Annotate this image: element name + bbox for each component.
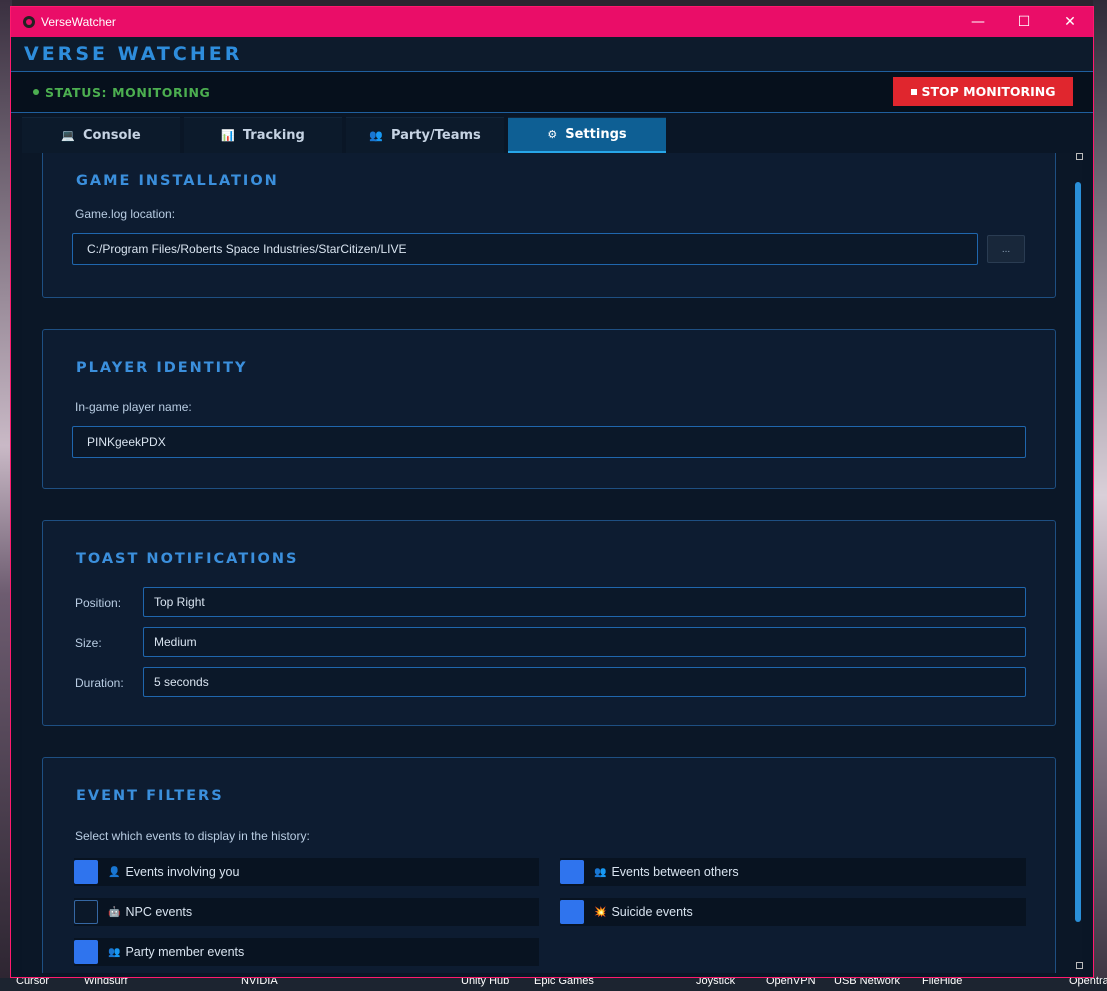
player-name-input[interactable]: PINKgeekPDX xyxy=(72,426,1026,458)
laptop-icon: 💻 xyxy=(61,129,76,142)
app-title: VERSE WATCHER xyxy=(24,43,243,65)
minimize-button[interactable]: — xyxy=(955,7,1001,37)
browse-button[interactable]: ... xyxy=(987,235,1025,263)
people-icon: 👥 xyxy=(594,866,607,878)
filter-label: NPC events xyxy=(125,905,193,919)
maximize-button[interactable]: ☐ xyxy=(1001,7,1047,37)
person-icon: 👤 xyxy=(108,866,121,878)
panel-title: EVENT FILTERS xyxy=(76,788,224,804)
title-bar[interactable]: VerseWatcher — ☐ ✕ xyxy=(11,7,1093,37)
tab-label: Party/Teams xyxy=(390,128,481,143)
robot-icon: 🤖 xyxy=(108,906,121,918)
size-label: Size: xyxy=(75,636,102,650)
scroll-up-arrow[interactable] xyxy=(1076,153,1083,160)
filter-checkbox[interactable] xyxy=(74,860,98,884)
people-icon: 👥 xyxy=(369,129,383,142)
app-window: VerseWatcher — ☐ ✕ VERSE WATCHER STATUS:… xyxy=(10,6,1094,978)
people-icon: 👥 xyxy=(108,946,121,958)
filter-checkbox[interactable] xyxy=(560,900,584,924)
game-log-label: Game.log location: xyxy=(75,207,176,221)
chart-icon: 📊 xyxy=(221,129,235,142)
position-label: Position: xyxy=(75,596,122,610)
scrollbar-thumb[interactable] xyxy=(1075,182,1081,922)
close-button[interactable]: ✕ xyxy=(1047,7,1093,37)
game-installation-panel: GAME INSTALLATION Game.log location: C:/… xyxy=(42,153,1056,298)
player-name-label: In-game player name: xyxy=(75,400,192,414)
tab-label: Tracking xyxy=(242,128,305,143)
stop-monitoring-button[interactable]: STOP MONITORING xyxy=(893,77,1073,106)
tab-party-teams[interactable]: 👥 Party/Teams xyxy=(346,117,504,153)
filter-label: Events involving you xyxy=(125,865,240,879)
app-logo-icon xyxy=(23,16,35,28)
filter-label: Suicide events xyxy=(611,905,693,919)
tab-bar: 💻 Console 📊 Tracking 👥 Party/Teams ⚙ Set… xyxy=(11,113,1093,153)
filter-checkbox[interactable] xyxy=(560,860,584,884)
size-select[interactable]: Medium xyxy=(143,627,1026,657)
stop-square-icon xyxy=(910,88,917,95)
tab-label: Settings xyxy=(565,127,627,142)
event-filters-description: Select which events to display in the hi… xyxy=(75,829,310,843)
scroll-down-arrow[interactable] xyxy=(1076,962,1083,969)
status-indicator-icon xyxy=(33,89,39,95)
taskbar: Cursor Windsurf NVIDIA Unity Hub Epic Ga… xyxy=(0,975,1107,991)
panel-title: TOAST NOTIFICATIONS xyxy=(76,551,299,567)
tab-settings[interactable]: ⚙ Settings xyxy=(508,117,666,153)
filter-checkbox[interactable] xyxy=(74,940,98,964)
position-select[interactable]: Top Right xyxy=(143,587,1026,617)
filter-suicide-events[interactable]: 💥 Suicide events xyxy=(560,898,1026,926)
window-title: VerseWatcher xyxy=(41,15,116,29)
app-header: VERSE WATCHER xyxy=(11,37,1093,72)
toast-notifications-panel: TOAST NOTIFICATIONS Position: Top Right … xyxy=(42,520,1056,726)
filter-npc-events[interactable]: 🤖 NPC events xyxy=(74,898,539,926)
collision-icon: 💥 xyxy=(594,906,607,918)
game-log-path-field[interactable]: C:/Program Files/Roberts Space Industrie… xyxy=(72,233,978,265)
filter-checkbox[interactable] xyxy=(74,900,98,924)
duration-select[interactable]: 5 seconds xyxy=(143,667,1026,697)
stop-monitoring-label: STOP MONITORING xyxy=(921,84,1056,99)
gear-icon: ⚙ xyxy=(547,128,558,141)
settings-content[interactable]: GAME INSTALLATION Game.log location: C:/… xyxy=(22,153,1082,973)
player-identity-panel: PLAYER IDENTITY In-game player name: PIN… xyxy=(42,329,1056,489)
window-controls: — ☐ ✕ xyxy=(955,7,1093,37)
filter-label: Party member events xyxy=(125,945,245,959)
event-filters-panel: EVENT FILTERS Select which events to dis… xyxy=(42,757,1056,973)
filter-label: Events between others xyxy=(611,865,739,879)
status-bar: STATUS: MONITORING STOP MONITORING xyxy=(11,72,1093,113)
desktop-background-right xyxy=(1093,0,1107,991)
filter-events-between-others[interactable]: 👥 Events between others xyxy=(560,858,1026,886)
status-text: STATUS: MONITORING xyxy=(45,84,211,100)
filter-events-involving-you[interactable]: 👤 Events involving you xyxy=(74,858,539,886)
filter-party-member-events[interactable]: 👥 Party member events xyxy=(74,938,539,966)
tab-label: Console xyxy=(83,128,141,143)
panel-title: GAME INSTALLATION xyxy=(76,173,279,189)
tab-tracking[interactable]: 📊 Tracking xyxy=(184,117,342,153)
tab-console[interactable]: 💻 Console xyxy=(22,117,180,153)
panel-title: PLAYER IDENTITY xyxy=(76,360,248,376)
duration-label: Duration: xyxy=(75,676,124,690)
